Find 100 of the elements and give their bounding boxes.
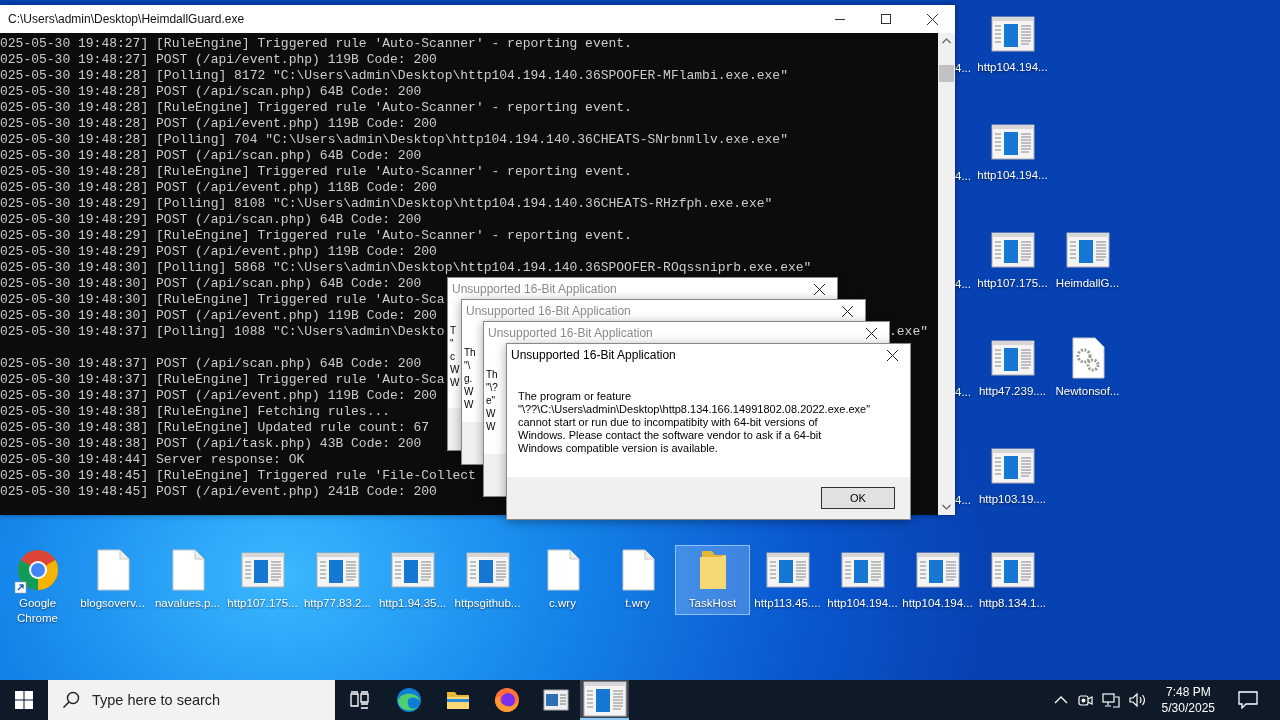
search-box[interactable]: Type here to search (48, 680, 335, 720)
console-line: 025-05-30 19:48:28] [RuleEngine] Triggered rule 'Auto-Scanner' - reporting event. (0, 164, 632, 180)
icon-label: 4... (955, 278, 971, 290)
application-window-icon (1065, 232, 1110, 268)
console-line: 025-05-30 19:48:45] POST (/api/event.php) 241B Code: 200 (0, 484, 437, 500)
message-fragment: W (450, 363, 460, 376)
desktop-icon[interactable]: http103.19.... (975, 432, 1050, 540)
application-window-icon (465, 552, 510, 588)
desktop-icon[interactable]: http107.175... (975, 216, 1050, 324)
desktop-icon[interactable]: t.wry (600, 545, 675, 615)
application-window-icon (990, 232, 1035, 268)
windows-logo-icon (15, 691, 33, 709)
application-window-icon (582, 681, 627, 717)
webcam-icon[interactable] (1076, 692, 1093, 708)
desktop-icon[interactable]: http104.194... (975, 0, 1050, 108)
application-window-icon (315, 552, 360, 588)
application-window-icon (840, 552, 885, 588)
network-icon[interactable] (1101, 692, 1120, 708)
close-icon (813, 283, 825, 295)
desktop-icon[interactable]: http47.239.... (975, 324, 1050, 432)
desktop-icon[interactable]: http113.45.... (750, 545, 825, 615)
console-line: 025-05-30 19:48:30] POST (/api/event.php) 119B Code: 200 (0, 308, 437, 324)
file-icon (620, 549, 655, 591)
scrollbar-thumb[interactable] (939, 65, 954, 82)
application-window-icon (915, 552, 960, 588)
taskbar-button[interactable] (580, 680, 629, 720)
message-fragment: W (464, 398, 474, 411)
search-field[interactable]: Type here to search (90, 691, 314, 709)
message-fragment: T (450, 324, 457, 337)
console-line: 025-05-30 19:48:27] POST (/api/event.php) 119B Code: 200 (0, 52, 437, 68)
console-line: 025-05-30 19:48:44] Server response: OK (0, 452, 305, 468)
window-title: C:\Users\admin\Desktop\HeimdallGuard.exe (7, 12, 245, 26)
dialog-title: Unsupported 16-Bit Application (487, 326, 653, 340)
task-view-icon (349, 691, 370, 709)
application-window-icon (240, 552, 285, 588)
console-line: 025-05-30 19:48:28] POST (/api/event.php) 119B Code: 200 (0, 116, 437, 132)
application-window-icon (990, 16, 1035, 52)
desktop-icon[interactable]: http104.194... (825, 545, 900, 615)
desktop-icon[interactable]: c.wry (525, 545, 600, 615)
console-line: 025-05-30 19:48:37] [RuleEngine] Triggered rule 'Auto-Sca (0, 372, 445, 388)
console-line: 025-05-30 19:48:29] POST (/api/event.php) 119B Code: 200 (0, 244, 437, 260)
icon-label: 4... (955, 386, 971, 398)
browser-icon (493, 687, 520, 713)
ok-button[interactable]: OK (821, 487, 895, 509)
console-line: 025-05-30 19:48:37] POST (/api/scan.php) 64B Code: 200 (0, 356, 422, 372)
message-fragment: e" (486, 394, 496, 407)
file-icon (545, 549, 580, 591)
close-icon (886, 349, 898, 361)
close-icon (865, 327, 877, 339)
console-line: 025-05-30 19:48:28] [Polling] 8172 "C:\Users\admin\Desktop\http104.194.140.36SPOOFER-MFlambi.exe.exe" (0, 68, 788, 84)
application-window-icon (990, 124, 1035, 160)
close-icon (926, 13, 938, 25)
close-icon (841, 305, 853, 317)
icon-label: 4... (955, 62, 971, 74)
console-line: 025-05-30 19:48:30] POST (/api/scan.php) 64B Code: 200 (0, 276, 422, 292)
console-line: 025-05-30 19:48:37] [Polling] 1088 "C:\Users\admin\Deskto (0, 324, 445, 340)
console-line: 025-05-30 19:48:30] [Polling] 5868 "C:\Users\admin\Desktop\http104.194.140.36SPOOFER-ROqssniprb.exe.exe" (0, 260, 812, 276)
application-window-icon (765, 552, 810, 588)
message-fragment: Th (486, 368, 498, 381)
scrollbar[interactable] (938, 33, 955, 515)
console-line: 025-05-30 19:48:30] [RuleEngine] Triggered rule 'Auto-Sca (0, 292, 445, 308)
application-window-icon (990, 340, 1035, 376)
message-fragment: Th (464, 346, 476, 359)
desktop-icon[interactable]: TaskHost (675, 545, 750, 615)
notification-icon[interactable] (1238, 691, 1258, 709)
clock-date[interactable]: 5/30/2025 (1161, 700, 1215, 716)
file-icon (95, 549, 130, 591)
console-line: 025-05-30 19:48:29] [Polling] 8108 "C:\Users\admin\Desktop\http104.194.140.36CHEATS-RHzfph.exe.exe" (0, 196, 773, 212)
desktop-icon[interactable]: HeimdallG... (1050, 216, 1125, 324)
message-fragment: " (450, 337, 454, 350)
console-line: 025-05-30 19:48:38] [RuleEngine] Updated rule count: 67 (0, 420, 430, 436)
dialog-title: Unsupported 16-Bit Application (465, 304, 631, 318)
desktop-icon[interactable]: http104.194... (975, 108, 1050, 216)
volume-icon[interactable] (1128, 692, 1147, 708)
console-line: 025-05-30 19:48:38] POST (/api/task.php) 43B Code: 200 (0, 436, 422, 452)
application-window-icon (990, 552, 1035, 588)
dialog-title: Unsupported 16-Bit Application (451, 282, 617, 296)
console-line: 025-05-30 19:48:28] POST (/api/scan.php) 64B Code: 200 (0, 148, 422, 164)
desktop-icon[interactable]: Google Chrome (0, 545, 75, 629)
console-line: 025-05-30 19:48:29] POST (/api/scan.php) 64B Code: 200 (0, 212, 422, 228)
dialog-message: The program or feature "\??\C:\Users\admin\Desktop\http8.134.166.14991802.08.2022.exe.exe" cannot start or run due to incompatibity with 64-bit versions of Windows. Please contact the software vendor to ask if a 64-bit Windows compatible version is available. (518, 390, 871, 455)
message-fragment: "\? (486, 381, 498, 394)
dialog-title: Unsupported 16-Bit Application (510, 348, 676, 362)
chevron-up-icon[interactable] (1053, 695, 1068, 705)
message-fragment: W (464, 385, 474, 398)
desktop-icon[interactable]: Newtonsof... (1050, 324, 1125, 432)
desktop-icon[interactable]: http104.194... (900, 545, 975, 615)
console-line: 025-05-30 19:48:28] POST (/api/event.php) 118B Code: 200 (0, 180, 437, 196)
icon-label: 4... (955, 170, 971, 182)
message-fragment: g. (464, 372, 473, 385)
clock-time[interactable]: 7:48 PM (1165, 684, 1211, 700)
message-fragment: "\ (464, 359, 471, 372)
icon-label: 4... (955, 494, 971, 506)
console-line: 025-05-30 19:48:28] POST (/api/scan.php) 64B Code: 200 (0, 84, 422, 100)
desktop-icon[interactable]: http8.134.1... (975, 545, 1050, 615)
console-line: 025-05-30 19:48:37] POST (/api/event.php) 119B Code: 200 (0, 388, 437, 404)
window-icon (542, 689, 569, 711)
message-fragment: c (450, 350, 455, 363)
console-line-fragment: .exe" (889, 324, 929, 340)
browser-icon (395, 687, 422, 713)
